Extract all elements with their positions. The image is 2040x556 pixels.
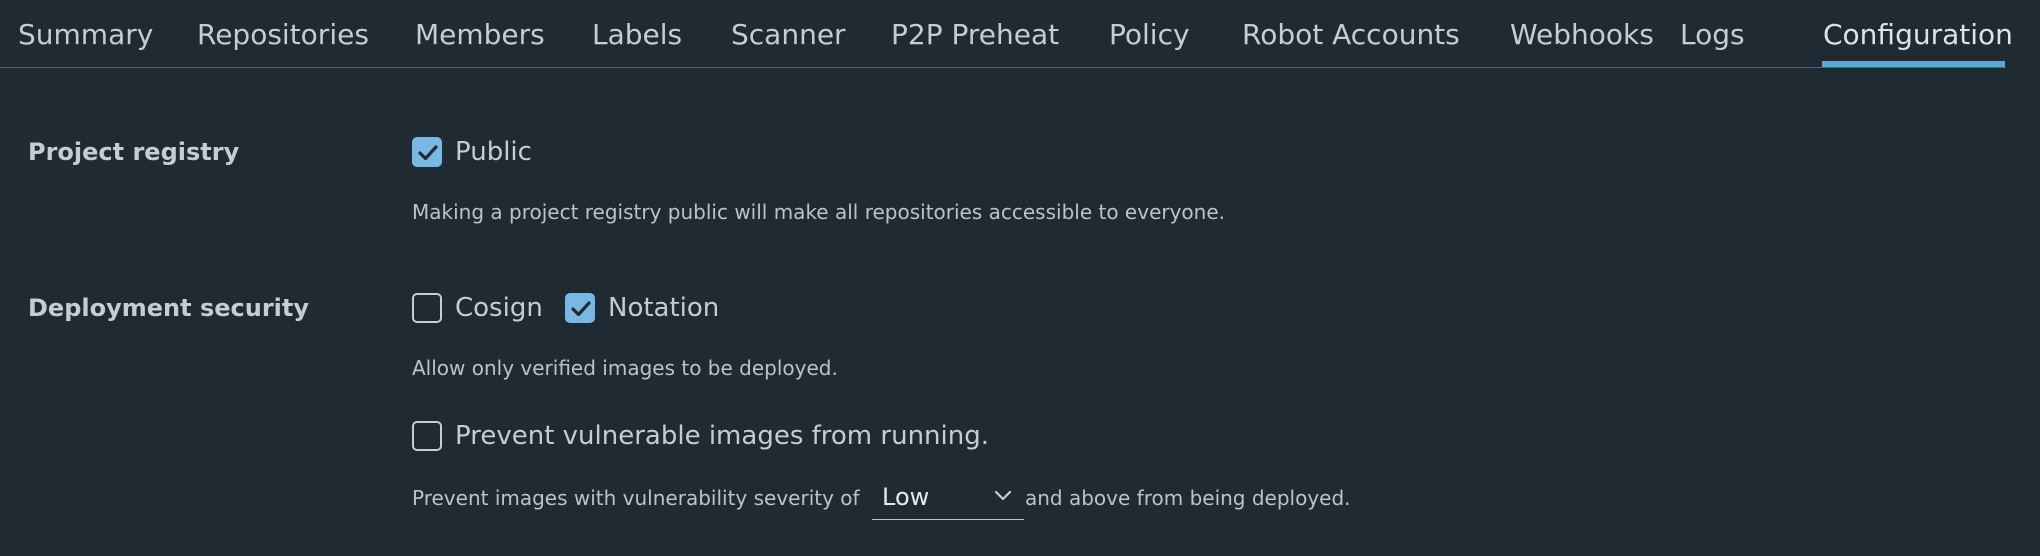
prevent-vulnerable-checkbox[interactable] xyxy=(412,421,442,451)
tab-scanner[interactable]: Scanner xyxy=(731,17,846,53)
prevent-vulnerable-checkbox-label[interactable]: Prevent vulnerable images from running. xyxy=(455,421,989,451)
tab-summary[interactable]: Summary xyxy=(18,17,153,53)
cosign-checkbox-label[interactable]: Cosign xyxy=(455,293,543,323)
tab-robot-accounts[interactable]: Robot Accounts xyxy=(1242,17,1460,53)
chevron-down-icon xyxy=(994,490,1012,501)
severity-prefix-text: Prevent images with vulnerability severi… xyxy=(412,486,860,510)
tab-repositories[interactable]: Repositories xyxy=(197,17,369,53)
tab-bar: Summary Repositories Members Labels Scan… xyxy=(0,0,2013,68)
tab-webhooks[interactable]: Webhooks xyxy=(1510,17,1654,53)
project-registry-label: Project registry xyxy=(28,138,240,166)
severity-select[interactable]: Low xyxy=(872,480,1024,520)
cosign-checkbox[interactable] xyxy=(412,293,442,323)
public-checkbox-label[interactable]: Public xyxy=(455,137,532,167)
active-tab-indicator xyxy=(1822,61,2005,67)
tab-configuration[interactable]: Configuration xyxy=(1823,17,2013,53)
deployment-security-label: Deployment security xyxy=(28,294,309,322)
check-icon xyxy=(418,145,438,161)
notation-checkbox-label[interactable]: Notation xyxy=(608,293,719,323)
tab-logs[interactable]: Logs xyxy=(1680,17,1745,53)
severity-suffix-text: and above from being deployed. xyxy=(1025,486,1351,510)
deployment-security-helper: Allow only verified images to be deploye… xyxy=(412,356,838,380)
notation-checkbox[interactable] xyxy=(565,293,595,323)
project-registry-helper: Making a project registry public will ma… xyxy=(412,200,1226,224)
public-checkbox[interactable] xyxy=(412,137,442,167)
tab-members[interactable]: Members xyxy=(415,17,545,53)
tab-p2p-preheat[interactable]: P2P Preheat xyxy=(891,17,1059,53)
severity-select-value: Low xyxy=(882,483,930,511)
tab-policy[interactable]: Policy xyxy=(1109,17,1190,53)
check-icon xyxy=(571,301,591,317)
tab-labels[interactable]: Labels xyxy=(592,17,682,53)
